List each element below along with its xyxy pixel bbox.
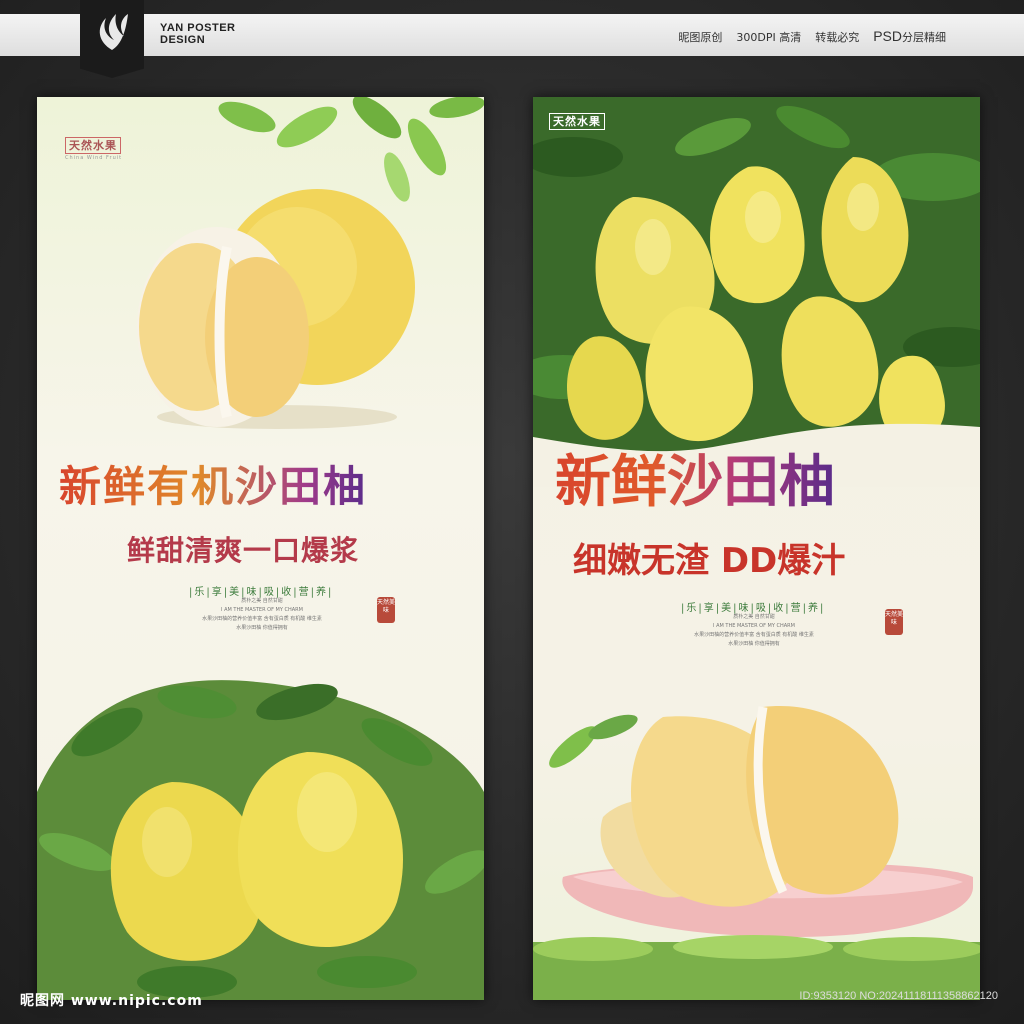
poster-left-seal: 天然美味	[377, 597, 395, 623]
poster-right-tags: |乐|享|美|味|吸|收|营|养|	[681, 603, 826, 614]
poster-right-text-block: 质朴之美 自然甘甜 I AM THE MASTER OF MY CHARM 水果…	[694, 614, 814, 647]
header-item-copyright: 转载必究	[815, 31, 860, 44]
header-psd-suffix: 分层精细	[902, 31, 946, 44]
pomelos-on-tree-icon	[37, 680, 484, 1000]
poster-left-text-block: 质朴之美 自然甘甜 I AM THE MASTER OF MY CHARM 水果…	[202, 598, 322, 631]
brand-line-2: DESIGN	[160, 34, 206, 46]
poster-right-title: 新鲜沙田柚	[555, 437, 835, 518]
poster-right-seal: 天然美味	[885, 609, 903, 635]
poster-left-subtitle: 鲜甜清爽一口爆浆	[127, 534, 360, 567]
brand-line-1: YAN POSTER	[160, 22, 236, 34]
image-id: ID:9353120 NO:20241118111358862120	[799, 990, 998, 1002]
poster-left-tags: |乐|享|美|味|吸|收|营|养|	[189, 587, 334, 598]
poster-left-title: 新鲜有机沙田柚	[59, 453, 367, 514]
header-info: 昵图原创 300DPI 高清 转载必究 PSD分层精细	[678, 28, 946, 45]
badge-english: China Wind Fruit	[65, 155, 123, 161]
site-watermark: 昵图网 www.nipic.com	[20, 993, 203, 1009]
poster-left: 天然水果 China Wind Fruit 新鲜有机沙田柚 鲜甜清爽一口爆浆 |…	[37, 97, 484, 1000]
pomelo-on-plate-icon	[533, 706, 980, 1000]
brand-name: YAN POSTER DESIGN	[160, 22, 236, 46]
peeled-pomelo-icon	[137, 189, 415, 429]
wing-logo-icon	[99, 14, 128, 50]
header-item-dpi: 300DPI 高清	[736, 31, 802, 44]
header-psd-label: PSD	[873, 28, 902, 44]
natural-fruit-badge: 天然水果	[549, 113, 605, 130]
poster-right: 天然水果 新鲜沙田柚 细嫩无渣 DD爆汁 |乐|享|美|味|吸|收|营|养| 质…	[533, 97, 980, 1000]
logo-badge	[80, 0, 144, 78]
poster-right-subtitle: 细嫩无渣 DD爆汁	[573, 541, 846, 581]
natural-fruit-badge: 天然水果 China Wind Fruit	[65, 137, 123, 161]
header-item-original: 昵图原创	[678, 31, 723, 44]
